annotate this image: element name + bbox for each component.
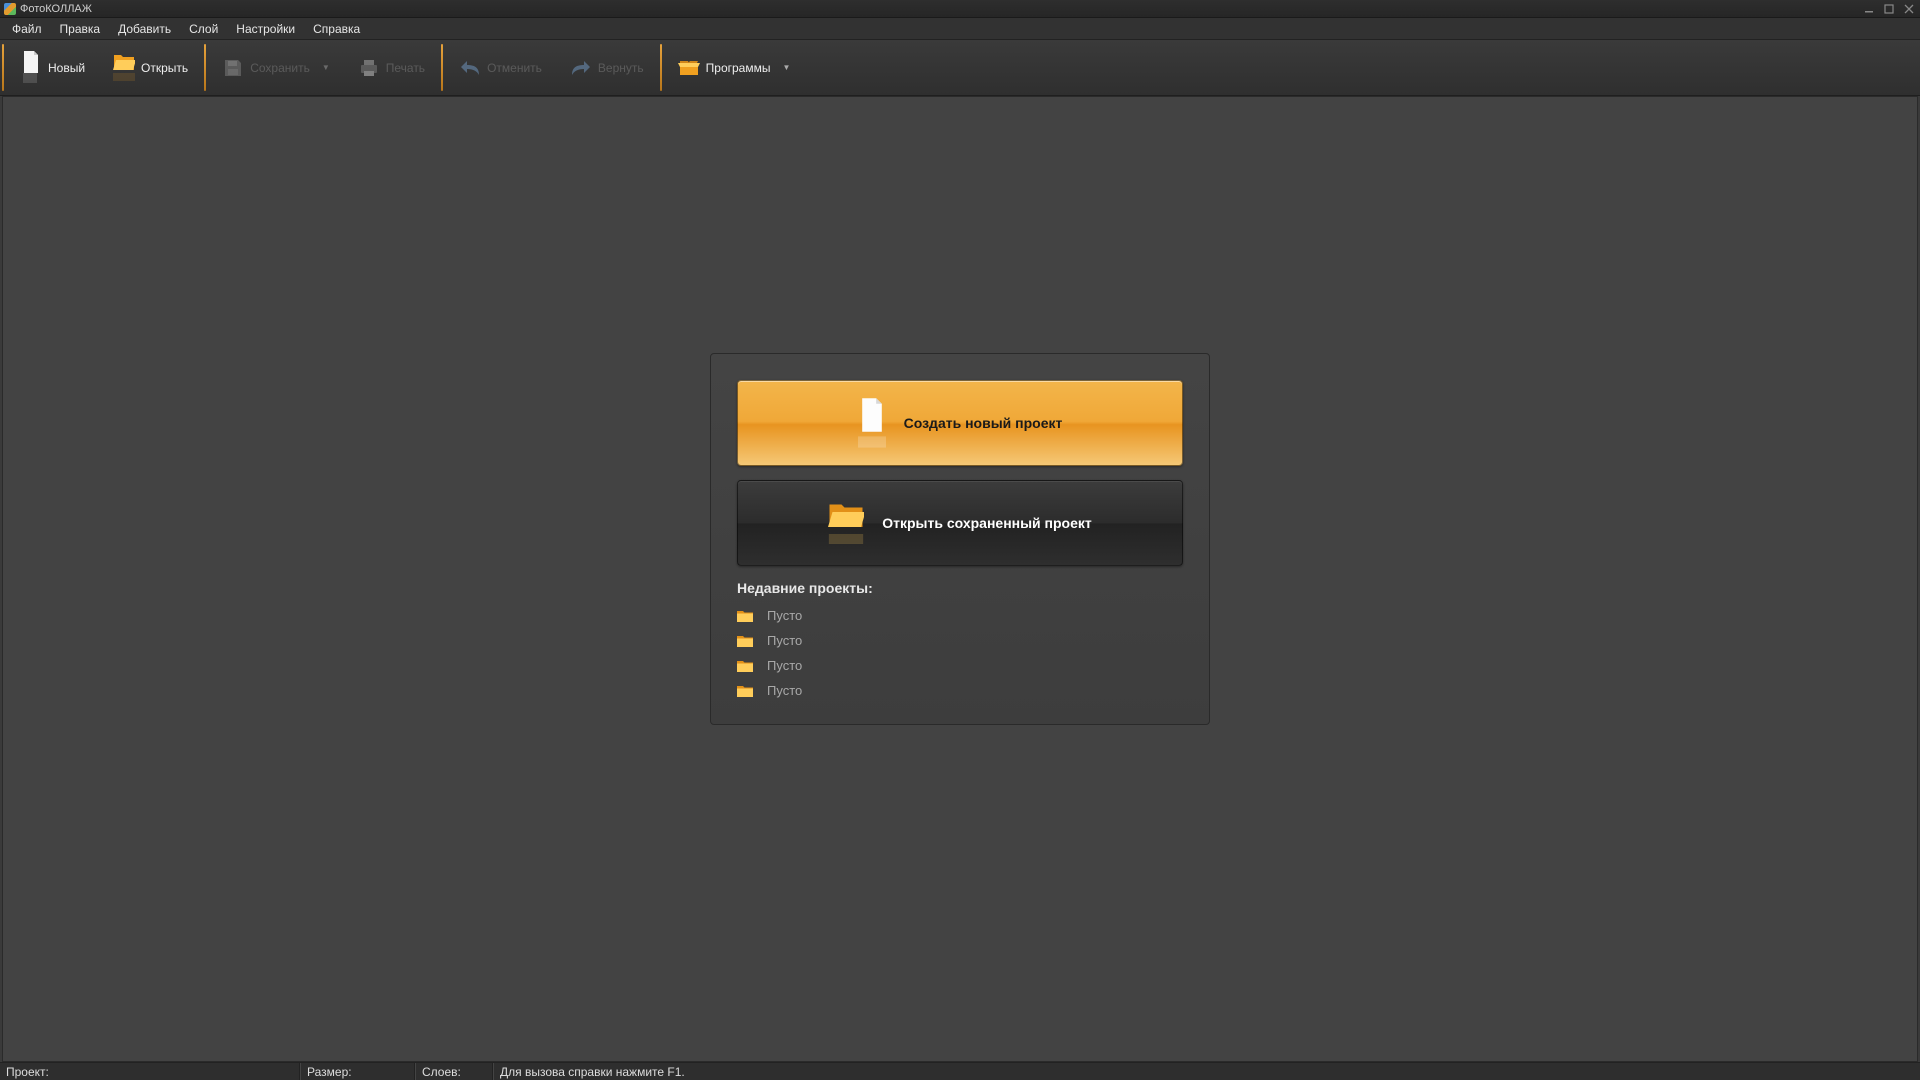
menu-add[interactable]: Добавить xyxy=(110,20,179,38)
recent-projects-heading: Недавние проекты: xyxy=(737,580,1183,596)
status-layers: Слоев: xyxy=(415,1063,493,1080)
undo-button: Отменить xyxy=(445,40,556,95)
menu-layer[interactable]: Слой xyxy=(181,20,226,38)
print-icon xyxy=(358,57,380,79)
save-icon xyxy=(222,57,244,79)
print-button-label: Печать xyxy=(386,61,425,75)
recent-project-item[interactable]: Пусто xyxy=(737,683,1183,698)
menu-bar: Файл Правка Добавить Слой Настройки Спра… xyxy=(0,18,1920,40)
toolbar-separator xyxy=(441,44,443,91)
toolbar-separator xyxy=(660,44,662,91)
redo-button-label: Вернуть xyxy=(598,61,644,75)
status-project: Проект: xyxy=(0,1063,300,1080)
toolbar-separator xyxy=(2,44,4,91)
menu-edit[interactable]: Правка xyxy=(52,20,109,38)
minimize-button[interactable] xyxy=(1862,2,1876,16)
recent-project-label: Пусто xyxy=(767,633,802,648)
save-button: Сохранить ▼ xyxy=(208,40,344,95)
open-button-label: Открыть xyxy=(141,61,188,75)
chevron-down-icon: ▼ xyxy=(322,63,330,72)
programs-button[interactable]: Программы ▼ xyxy=(664,40,805,95)
recent-project-item[interactable]: Пусто xyxy=(737,658,1183,673)
undo-button-label: Отменить xyxy=(487,61,542,75)
recent-project-label: Пусто xyxy=(767,683,802,698)
folder-icon xyxy=(737,609,753,623)
redo-button: Вернуть xyxy=(556,40,658,95)
folder-open-icon xyxy=(113,51,135,73)
folder-icon xyxy=(737,634,753,648)
chevron-down-icon: ▼ xyxy=(782,63,790,72)
toolbar: Новый Открыть Сохранить ▼ Печать xyxy=(0,40,1920,96)
maximize-button[interactable] xyxy=(1882,2,1896,16)
create-project-label: Создать новый проект xyxy=(904,415,1063,431)
status-size-label: Размер: xyxy=(307,1065,352,1079)
print-button: Печать xyxy=(344,40,439,95)
box-icon xyxy=(678,57,700,79)
open-project-button[interactable]: Открыть сохраненный проект xyxy=(737,480,1183,566)
status-size: Размер: xyxy=(300,1063,415,1080)
file-new-icon xyxy=(858,398,886,449)
status-layers-label: Слоев: xyxy=(422,1065,461,1079)
status-project-label: Проект: xyxy=(6,1065,49,1079)
recent-project-label: Пусто xyxy=(767,658,802,673)
open-project-label: Открыть сохраненный проект xyxy=(882,515,1092,531)
app-logo-icon xyxy=(4,3,16,15)
recent-project-item[interactable]: Пусто xyxy=(737,608,1183,623)
status-help-hint: Для вызова справки нажмите F1. xyxy=(500,1065,685,1079)
recent-projects-list: Пусто Пусто Пусто Пусто xyxy=(737,608,1183,698)
new-button-label: Новый xyxy=(48,61,85,75)
app-title: ФотоКОЛЛАЖ xyxy=(20,3,92,15)
toolbar-separator xyxy=(204,44,206,91)
recent-project-label: Пусто xyxy=(767,608,802,623)
status-bar: Проект: Размер: Слоев: Для вызова справк… xyxy=(0,1062,1920,1080)
recent-project-item[interactable]: Пусто xyxy=(737,633,1183,648)
file-new-icon xyxy=(20,51,42,73)
folder-icon xyxy=(737,684,753,698)
open-button[interactable]: Открыть xyxy=(99,40,202,95)
status-help: Для вызова справки нажмите F1. xyxy=(493,1063,1920,1080)
new-button[interactable]: Новый xyxy=(6,40,99,95)
menu-file[interactable]: Файл xyxy=(4,20,50,38)
workspace: Создать новый проект Открыть сохраненный… xyxy=(2,96,1918,1062)
folder-icon xyxy=(737,659,753,673)
save-button-label: Сохранить xyxy=(250,61,310,75)
redo-icon xyxy=(570,57,592,79)
menu-settings[interactable]: Настройки xyxy=(228,20,303,38)
create-project-button[interactable]: Создать новый проект xyxy=(737,380,1183,466)
undo-icon xyxy=(459,57,481,79)
folder-open-icon xyxy=(828,500,864,547)
close-button[interactable] xyxy=(1902,2,1916,16)
start-panel: Создать новый проект Открыть сохраненный… xyxy=(710,353,1210,725)
programs-button-label: Программы xyxy=(706,61,771,75)
menu-help[interactable]: Справка xyxy=(305,20,368,38)
title-bar: ФотоКОЛЛАЖ xyxy=(0,0,1920,18)
